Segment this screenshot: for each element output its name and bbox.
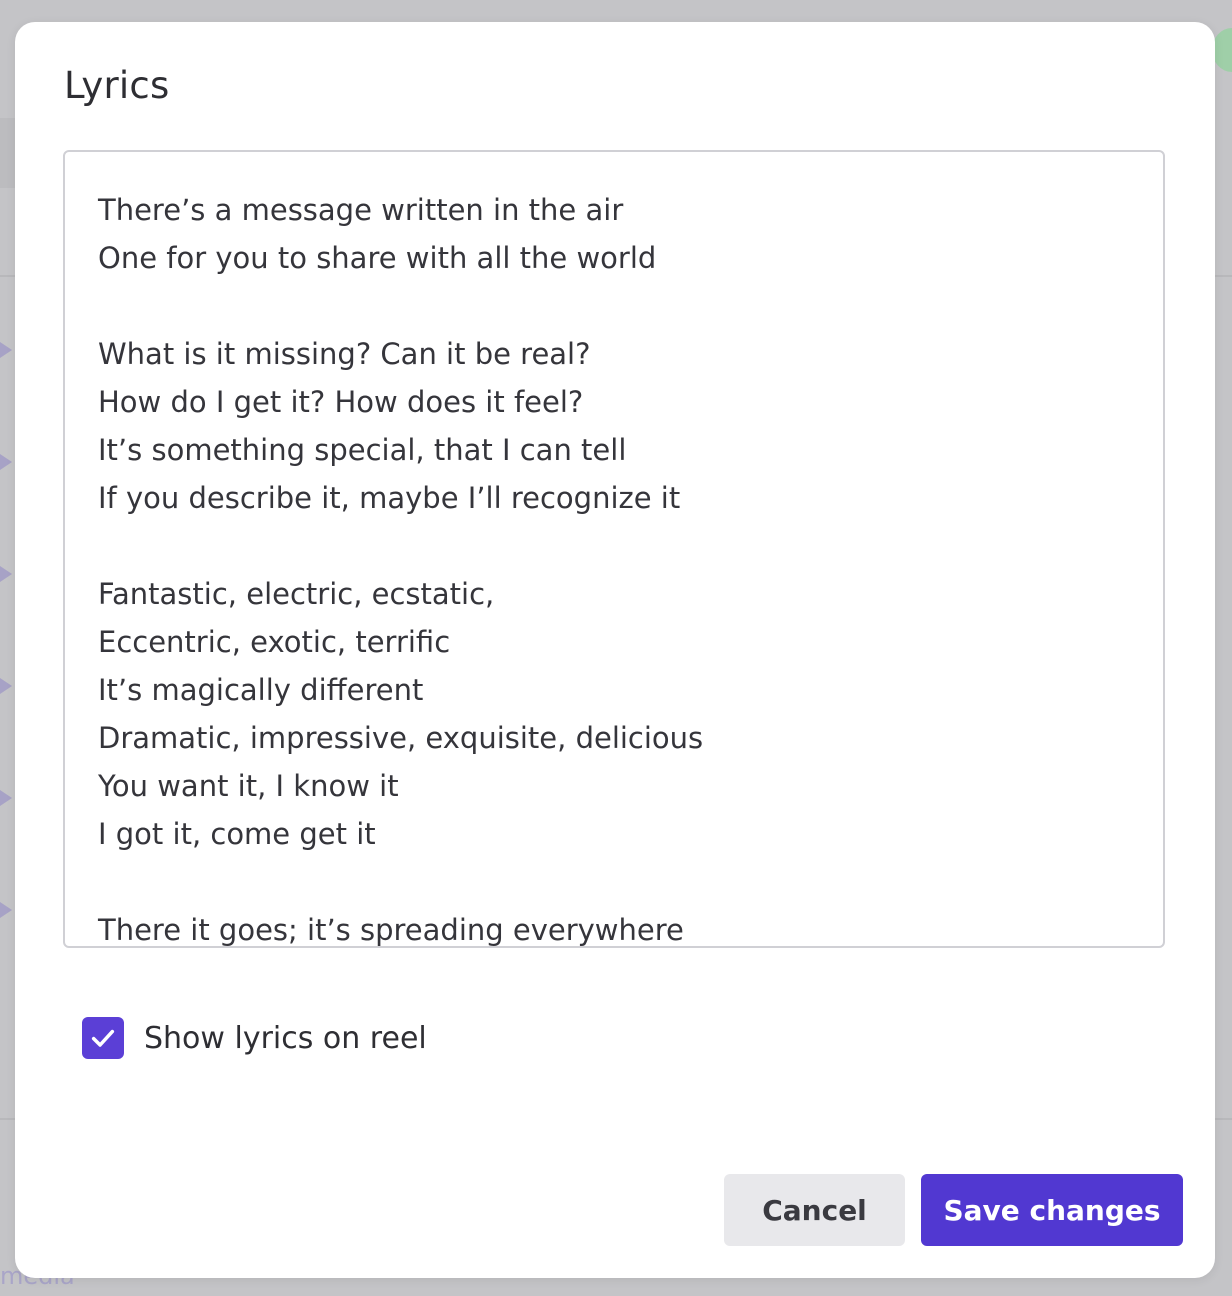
- play-icon: [0, 902, 12, 918]
- save-changes-button[interactable]: Save changes: [921, 1174, 1183, 1246]
- show-lyrics-option[interactable]: Show lyrics on reel: [82, 1017, 427, 1059]
- play-icon: [0, 342, 12, 358]
- play-icon: [0, 566, 12, 582]
- lyrics-textarea[interactable]: There’s a message written in the air One…: [63, 150, 1165, 948]
- lyrics-text[interactable]: There’s a message written in the air One…: [98, 186, 703, 946]
- play-icon: [0, 790, 12, 806]
- play-icon: [0, 678, 12, 694]
- checkmark-icon: [91, 1029, 115, 1047]
- show-lyrics-label[interactable]: Show lyrics on reel: [144, 1021, 427, 1056]
- show-lyrics-checkbox[interactable]: [82, 1017, 124, 1059]
- cancel-button[interactable]: Cancel: [724, 1174, 905, 1246]
- play-icon: [0, 454, 12, 470]
- modal-title: Lyrics: [64, 64, 170, 107]
- lyrics-modal: Lyrics There’s a message written in the …: [15, 22, 1215, 1278]
- status-check-icon: [1212, 28, 1232, 72]
